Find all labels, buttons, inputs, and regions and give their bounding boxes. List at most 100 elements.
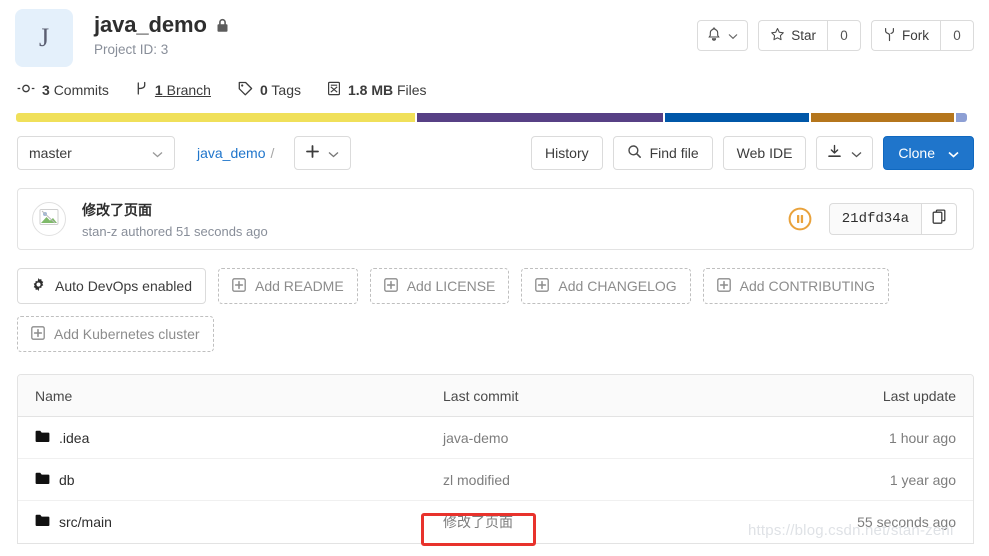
bell-icon	[707, 26, 721, 45]
stat-tags-count: 0	[259, 82, 268, 98]
add-button-label: Auto DevOps enabled	[55, 278, 192, 294]
gear-icon	[31, 277, 46, 295]
fork-button-group[interactable]: Fork 0	[871, 20, 974, 51]
star-count[interactable]: 0	[827, 20, 861, 51]
star-button[interactable]: Star	[758, 20, 827, 51]
last-commit-cell: zl modified	[443, 472, 773, 488]
yellow-segment	[16, 113, 415, 122]
chevron-down-icon	[328, 145, 339, 161]
add-license-button[interactable]: Add LICENSE	[369, 268, 510, 304]
stat-commits[interactable]: 3 Commits	[17, 82, 109, 98]
pipeline-pending-icon[interactable]	[787, 206, 813, 232]
file-name-link[interactable]: src/main	[59, 514, 112, 530]
stat-branches[interactable]: 1 Branch	[135, 81, 211, 99]
stat-tags[interactable]: 0 Tags	[237, 81, 301, 99]
history-button[interactable]: History	[531, 136, 603, 170]
chevron-down-icon	[948, 145, 959, 161]
stat-files[interactable]: 1.8 MB Files	[327, 81, 427, 99]
last-commit-cell: java-demo	[443, 430, 773, 446]
stat-tags-label: Tags	[271, 82, 301, 98]
last-commit-panel: 修改了页面 stan-z authored 51 seconds ago 21d…	[17, 188, 974, 250]
auto-devops-button[interactable]: Auto DevOps enabled	[17, 268, 206, 304]
repo-toolbar: master java_demo / History Find file Web…	[0, 122, 989, 170]
commit-sha[interactable]: 21dfd34a	[828, 203, 921, 235]
last-commit-cell: 修改了页面	[443, 512, 773, 532]
files-icon	[327, 81, 341, 99]
branch-selector[interactable]: master	[17, 136, 175, 170]
last-commit-link[interactable]: 修改了页面	[443, 514, 513, 530]
add-to-tree-button[interactable]	[294, 136, 352, 170]
fork-count[interactable]: 0	[940, 20, 974, 51]
page-title: java_demo	[94, 12, 207, 37]
project-meta: java_demo Project ID: 3	[94, 8, 697, 57]
star-label: Star	[791, 28, 816, 43]
plus-box-icon	[535, 277, 550, 295]
add-kubernetes-cluster-button[interactable]: Add Kubernetes cluster	[17, 316, 214, 352]
folder-icon	[35, 514, 50, 530]
chevron-down-icon	[152, 145, 163, 161]
last-commit-link[interactable]: zl modified	[443, 472, 510, 488]
add-button-label: Add CONTRIBUTING	[739, 278, 876, 294]
table-row[interactable]: .idea java-demo 1 hour ago	[18, 417, 973, 459]
commit-author-line: stan-z authored 51 seconds ago	[82, 223, 268, 239]
chevron-down-icon	[851, 145, 862, 161]
download-icon	[827, 144, 842, 162]
commit-message[interactable]: 修改了页面	[82, 200, 787, 220]
copy-sha-button[interactable]	[921, 203, 957, 235]
notification-button[interactable]	[697, 20, 749, 51]
file-name-cell: .idea	[18, 430, 443, 446]
last-commit-link[interactable]: java-demo	[443, 430, 508, 446]
add-contributing-button[interactable]: Add CONTRIBUTING	[702, 268, 890, 304]
plus-icon	[306, 145, 320, 161]
clone-button[interactable]: Clone	[883, 136, 974, 170]
watermark-text: https://blog.csdn.net/stan-zeni	[748, 522, 954, 539]
gitlab-project-page: J java_demo Project ID: 3 Star 0 Fork 0 …	[0, 0, 989, 556]
file-tree-header: Name Last commit Last update	[18, 375, 973, 417]
commit-right: 21dfd34a	[787, 203, 957, 235]
download-button[interactable]	[816, 136, 874, 170]
commit-sha-group: 21dfd34a	[828, 203, 957, 235]
repo-setup-buttons: Auto DevOps enabled Add README Add LICENSE…	[17, 268, 974, 352]
breadcrumb-separator: /	[270, 145, 275, 161]
stat-branches-count: 1	[154, 82, 163, 98]
project-stats: 3 Commits 1 Branch 0 Tags 1.8 MB Files	[0, 67, 989, 99]
column-header-last-commit: Last commit	[443, 387, 519, 404]
breadcrumb: java_demo /	[197, 145, 279, 161]
column-header-name: Name	[35, 387, 73, 404]
plus-box-icon	[31, 325, 45, 343]
history-label: History	[545, 145, 589, 161]
web-ide-label: Web IDE	[736, 145, 793, 161]
folder-icon	[35, 430, 50, 446]
broken-image-icon	[39, 208, 59, 231]
add-button-label: Add CHANGELOG	[558, 278, 677, 294]
stat-commits-label: Commits	[53, 82, 109, 98]
tag-icon	[237, 81, 253, 99]
project-avatar: J	[15, 9, 73, 67]
plus-box-icon	[232, 277, 246, 295]
find-file-button[interactable]: Find file	[612, 136, 713, 170]
stat-files-label: Files	[397, 82, 427, 98]
repo-toolbar-actions: History Find file Web IDE Clone	[531, 136, 974, 170]
fork-icon	[883, 27, 896, 45]
web-ide-button[interactable]: Web IDE	[722, 136, 807, 170]
header-actions: Star 0 Fork 0	[697, 8, 974, 51]
stat-branches-label: Branch	[166, 82, 211, 98]
star-button-group[interactable]: Star 0	[758, 20, 861, 51]
commit-text: 修改了页面 stan-z authored 51 seconds ago	[82, 200, 787, 239]
find-file-label: Find file	[649, 145, 699, 161]
branch-selector-value: master	[29, 145, 72, 161]
file-name-link[interactable]: .idea	[59, 430, 89, 446]
add-changelog-button[interactable]: Add CHANGELOG	[521, 268, 691, 304]
add-readme-button[interactable]: Add README	[217, 268, 358, 304]
branch-icon	[135, 81, 148, 99]
chevron-down-icon	[728, 28, 738, 43]
table-row[interactable]: db zl modified 1 year ago	[18, 459, 973, 501]
fork-button[interactable]: Fork	[871, 20, 940, 51]
purple-segment	[416, 113, 663, 122]
plus-box-icon	[383, 277, 398, 295]
project-title-row: java_demo	[94, 12, 697, 38]
file-name-link[interactable]: db	[59, 472, 75, 488]
lock-icon	[216, 18, 229, 33]
folder-icon	[35, 472, 50, 488]
breadcrumb-project[interactable]: java_demo	[197, 145, 266, 161]
